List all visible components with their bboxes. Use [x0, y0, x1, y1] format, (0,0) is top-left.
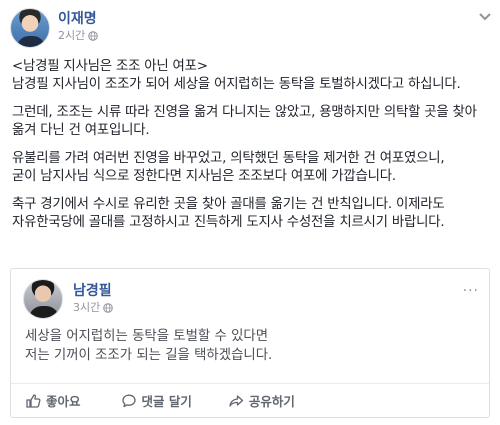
paragraph: 축구 경기에서 수시로 유리한 곳을 찾아 골대를 옮기는 건 반칙입니다. 이… [12, 196, 490, 232]
like-button[interactable]: 좋아요 [25, 391, 81, 410]
facebook-post: 이재명 2시간 <남경필 지사님은 조조 아닌 여포> 남경필 지사님이 조조가… [0, 0, 500, 425]
paragraph: 유불리를 가려 여러번 진영을 바꾸었고, 의탁했던 동탁을 제거한 건 여포였… [12, 150, 490, 186]
text-line: 세상을 어지럽히는 동탁을 토벌할 수 있다면 [25, 329, 269, 344]
comment-button[interactable]: 댓글 달기 [121, 391, 192, 410]
paragraph: <남경필 지사님은 조조 아닌 여포> 남경필 지사님이 조조가 되어 세상을 … [12, 58, 490, 94]
timestamp[interactable]: 2시간 [58, 29, 85, 43]
shared-post-meta: 3시간 [73, 301, 114, 315]
text-line: 유불리를 가려 여러번 진영을 바꾸었고, 의탁했던 동탁을 제거한 건 여포였… [12, 151, 445, 166]
text-line: 축구 경기에서 수시로 유리한 곳을 찾아 골대를 옮기는 건 반칙입니다. 이… [12, 197, 445, 212]
comment-label: 댓글 달기 [141, 394, 192, 409]
shared-avatar[interactable] [23, 279, 63, 319]
text-line: 저는 기꺼이 조조가 되는 길을 택하겠습니다. [25, 348, 273, 363]
text-line: 자유한국당에 골대를 고정하시고 진득하게 도지사 수성전을 치르시기 바랍니다… [12, 215, 445, 230]
share-button[interactable]: 공유하기 [228, 391, 295, 410]
text-line: <남경필 지사님은 조조 아닌 여포> [12, 59, 208, 74]
shared-timestamp[interactable]: 3시간 [73, 301, 100, 315]
shared-author-name[interactable]: 남경필 [73, 282, 113, 300]
like-label: 좋아요 [46, 394, 81, 409]
post-meta: 2시간 [58, 29, 99, 43]
text-line: 굳이 남지사님 식으로 정한다면 지사님은 조조보다 여포에 가깝습니다. [12, 169, 396, 184]
author-name[interactable]: 이재명 [58, 10, 98, 28]
author-block: 이재명 2시간 [58, 10, 99, 43]
text-line: 그런데, 조조는 시류 따라 진영을 옮겨 다니지는 않았고, 용맹하지만 의탁… [12, 105, 477, 138]
globe-icon [88, 31, 99, 41]
globe-icon [103, 303, 114, 313]
paragraph: 그런데, 조조는 시류 따라 진영을 옮겨 다니지는 않았고, 용맹하지만 의탁… [12, 104, 490, 140]
chevron-down-icon[interactable] [478, 12, 492, 22]
comment-icon [121, 394, 136, 407]
shared-post-text: 세상을 어지럽히는 동탁을 토벌할 수 있다면 저는 기꺼이 조조가 되는 길을… [25, 327, 272, 365]
more-options-icon[interactable]: ··· [463, 283, 479, 299]
share-label: 공유하기 [248, 394, 295, 409]
text-line: 남경필 지사님이 조조가 되어 세상을 어지럽히는 동탁을 토벌하시겠다고 하십… [12, 77, 461, 92]
shared-post-header: 남경필 3시간 [23, 279, 114, 319]
post-body: <남경필 지사님은 조조 아닌 여포> 남경필 지사님이 조조가 되어 세상을 … [12, 58, 490, 242]
action-bar: 좋아요 댓글 달기 공유하기 [11, 383, 489, 417]
shared-author-block: 남경필 3시간 [73, 282, 114, 315]
shared-post-card[interactable]: 남경필 3시간 ··· 세상을 어지럽히는 동탁을 토벌할 수 있다면 저는 기… [10, 268, 490, 418]
avatar[interactable] [10, 8, 50, 48]
share-icon [229, 394, 244, 407]
thumbs-up-icon [26, 393, 41, 408]
post-header: 이재명 2시간 [10, 8, 99, 48]
